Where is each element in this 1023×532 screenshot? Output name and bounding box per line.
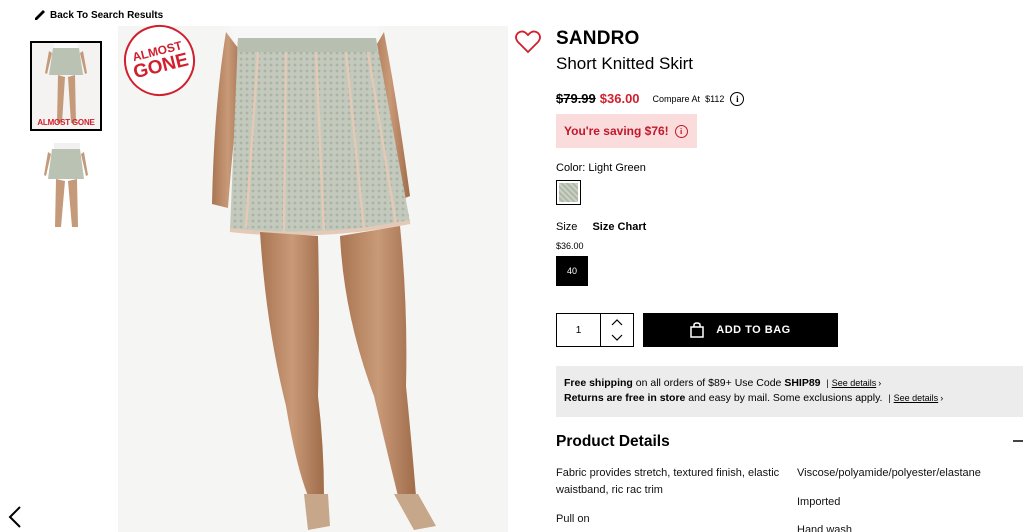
heart-icon[interactable] xyxy=(515,30,541,54)
back-link-label: Back To Search Results xyxy=(50,9,164,21)
shipping-line: Free shipping on all orders of $89+ Use … xyxy=(564,376,1015,391)
compare-at-value: $112 xyxy=(705,93,725,104)
thumbnail-back[interactable] xyxy=(30,143,102,233)
chevron-right-icon: › xyxy=(878,378,882,388)
returns-text: and easy by mail. Some exclusions apply. xyxy=(685,392,883,404)
returns-line: Returns are free in store and easy by ma… xyxy=(564,391,1015,406)
sale-price: $36.00 xyxy=(599,91,640,106)
promo-code: SHIP89 xyxy=(784,377,821,389)
product-name: Short Knitted Skirt xyxy=(556,54,694,73)
size-price: $36.00 xyxy=(556,241,584,251)
chevron-up-icon xyxy=(611,319,623,326)
quantity-increase-button[interactable] xyxy=(601,314,633,330)
chevron-left-icon[interactable] xyxy=(6,505,24,529)
size-chart-link[interactable]: Size Chart xyxy=(592,221,646,233)
details-item: Imported xyxy=(797,496,841,508)
info-icon[interactable]: i xyxy=(674,124,688,138)
info-icon[interactable]: i xyxy=(730,91,745,106)
product-details-heading[interactable]: Product Details xyxy=(556,433,670,451)
color-label-row: Color: Light Green xyxy=(556,162,646,174)
returns-see-details-link[interactable]: See details xyxy=(894,393,939,403)
swatch-fill xyxy=(559,183,578,202)
color-swatch-light-green[interactable] xyxy=(556,180,581,205)
brand-name[interactable]: SANDRO xyxy=(556,28,640,50)
details-item: Viscose/polyamide/polyester/elastane xyxy=(797,467,981,479)
free-shipping-text: on all orders of $89+ Use Code xyxy=(632,377,785,389)
quantity-input[interactable] xyxy=(557,314,600,346)
size-label: Size xyxy=(556,221,578,233)
pencil-icon xyxy=(35,10,45,20)
quantity-stepper xyxy=(556,313,634,347)
details-item: Pull on xyxy=(556,513,590,525)
compare-at-label: Compare At xyxy=(652,93,701,104)
main-product-image[interactable] xyxy=(118,26,508,532)
quantity-decrease-button[interactable] xyxy=(601,330,633,346)
size-option-40[interactable]: 40 xyxy=(556,256,588,286)
savings-text: You're saving $76! xyxy=(564,124,669,138)
add-to-bag-label: ADD TO BAG xyxy=(716,324,791,336)
separator: | xyxy=(826,378,829,388)
minus-icon[interactable] xyxy=(1013,440,1023,442)
quantity-step-buttons xyxy=(600,314,633,346)
color-label: Color: xyxy=(556,162,586,174)
color-value: Light Green xyxy=(588,162,646,174)
shopping-bag-icon xyxy=(690,322,705,338)
thumbnail-front-image xyxy=(32,43,100,129)
free-shipping-bold: Free shipping xyxy=(564,377,633,389)
shipping-see-details-link[interactable]: See details xyxy=(832,378,877,388)
thumbnail-badge: ALMOST GONE xyxy=(37,118,95,127)
returns-bold: Returns are free in store xyxy=(564,392,686,404)
shipping-info-box: Free shipping on all orders of $89+ Use … xyxy=(556,366,1023,417)
back-to-results-link[interactable]: Back To Search Results xyxy=(34,9,163,21)
chevron-down-icon xyxy=(611,334,623,341)
add-to-bag-button[interactable]: ADD TO BAG xyxy=(643,313,838,347)
savings-banner: You're saving $76! i xyxy=(556,114,697,148)
chevron-right-icon: › xyxy=(940,393,944,403)
thumbnail-front[interactable]: ALMOST GONE xyxy=(30,41,102,131)
details-item: Hand wash xyxy=(797,524,853,532)
thumbnail-back-image xyxy=(30,143,102,233)
original-price: $79.99 xyxy=(556,91,596,106)
separator: | xyxy=(888,393,891,403)
product-photo xyxy=(118,26,508,532)
price-row: $79.99 $36.00 Compare At $112 i xyxy=(556,91,745,106)
size-label-row: Size Size Chart xyxy=(556,221,646,233)
details-item: Fabric provides stretch, textured finish… xyxy=(556,467,780,496)
